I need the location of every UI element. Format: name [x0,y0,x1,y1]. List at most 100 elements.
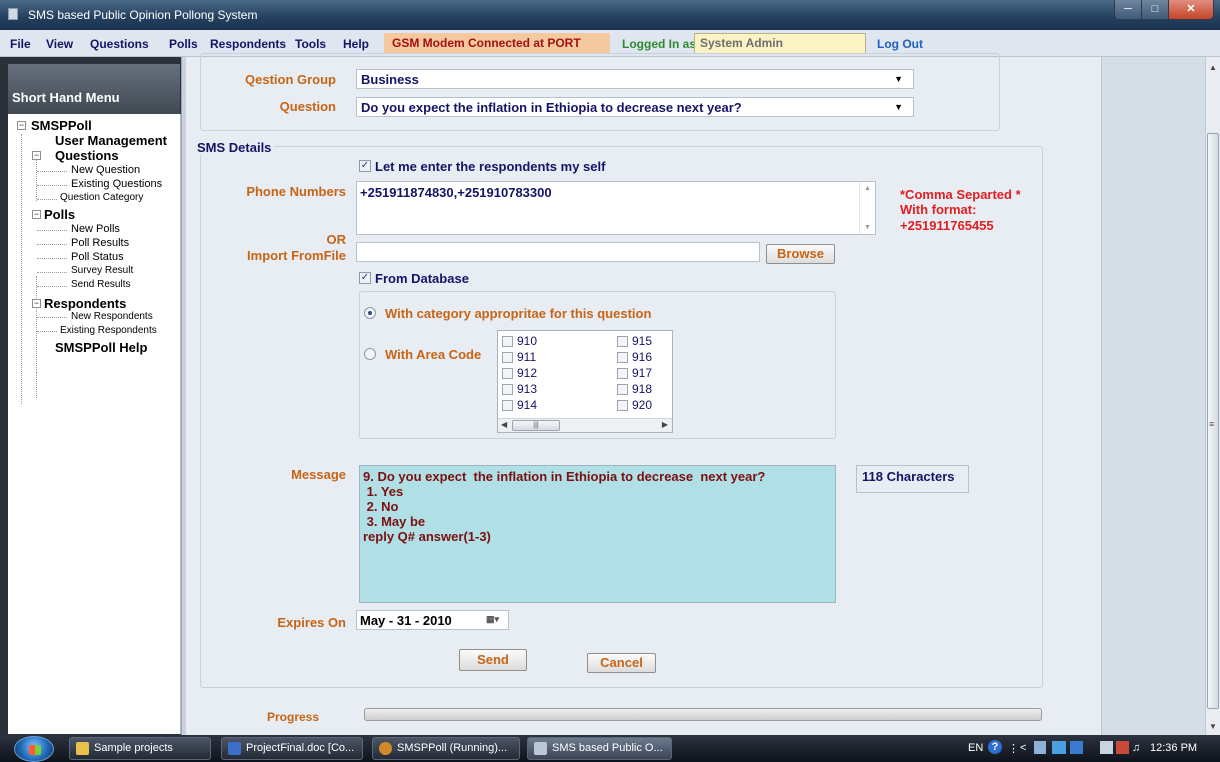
menu-view[interactable]: View [46,37,73,51]
tree-smsppoll-help[interactable]: SMSPPoll Help [55,340,147,355]
maximize-button[interactable]: □ [1142,0,1169,19]
message-field[interactable]: 9. Do you expect the inflation in Ethiop… [359,465,836,603]
tree-send-results[interactable]: Send Results [71,279,130,290]
area-code-item[interactable]: 914 [502,398,537,412]
tree-root-smsppoll[interactable]: SMSPPoll [31,118,92,133]
scroll-down-icon[interactable]: ▼ [1209,722,1217,731]
menu-tools[interactable]: Tools [295,37,326,51]
tray-app-icon[interactable] [1116,741,1129,754]
area-code-item[interactable]: 915 [617,334,652,348]
tray-chevron-icon[interactable]: < [1020,742,1026,754]
folder-icon [76,742,89,755]
taskbar-button-label: ProjectFinal.doc [Co... [246,742,355,754]
question-group-select[interactable]: Business ▼ [356,69,914,89]
main-vscrollbar[interactable]: ▲ ≡ ▼ [1205,57,1220,735]
clock[interactable]: 12:36 PM [1150,742,1197,754]
area-code-item[interactable]: 912 [502,366,537,380]
menu-respondents[interactable]: Respondents [210,37,286,51]
area-code-checkbox[interactable] [502,367,513,379]
area-code-checkbox[interactable] [617,383,628,395]
question-select[interactable]: Do you expect the inflation in Ethiopia … [356,97,914,117]
tray-app-icon[interactable] [1070,741,1083,754]
scroll-left-icon[interactable]: ◀ [501,420,507,429]
self-enter-checkbox[interactable]: ✓ [359,160,371,172]
area-code-checkbox[interactable] [617,399,628,411]
tree-existing-questions[interactable]: Existing Questions [71,178,162,190]
window-title: SMS based Public Opinion Pollong System [28,8,258,22]
area-code-checkbox[interactable] [617,351,628,363]
taskbar-button-sms-app[interactable]: SMS based Public O... [527,737,672,760]
sms-details-title: SMS Details [194,140,275,155]
language-indicator[interactable]: EN [968,742,983,754]
area-code-item[interactable]: 911 [502,350,536,364]
area-code-list[interactable]: 910 911 912 913 914 915 916 917 918 920 … [497,330,673,433]
from-database-checkbox[interactable]: ✓ [359,272,371,284]
collapse-questions-icon[interactable]: − [32,151,41,160]
menu-polls[interactable]: Polls [169,37,198,51]
area-code-checkbox[interactable] [502,399,513,411]
send-button[interactable]: Send [459,649,527,671]
tray-app-icon[interactable] [1100,741,1113,754]
scroll-down-icon: ▼ [864,224,871,231]
tray-options-icon[interactable]: ⋮ [1008,742,1019,755]
menu-questions[interactable]: Questions [90,37,149,51]
tree-survey-result[interactable]: Survey Result [71,265,133,276]
tree-new-polls[interactable]: New Polls [71,223,120,235]
area-code-item[interactable]: 910 [502,334,537,348]
category-radio[interactable] [364,307,376,319]
area-code-checkbox[interactable] [617,335,628,347]
tree-respondents[interactable]: Respondents [44,296,126,311]
area-code-checkbox[interactable] [502,383,513,395]
tree-poll-results[interactable]: Poll Results [71,237,129,249]
tree-line [37,171,67,172]
tree-polls[interactable]: Polls [44,207,75,222]
network-icon[interactable] [1034,741,1046,754]
scroll-up-icon[interactable]: ▲ [1209,63,1217,72]
tree-new-respondents[interactable]: New Respondents [71,311,153,322]
volume-icon[interactable]: ♫ [1132,742,1140,754]
area-list-hscrollbar[interactable]: ◀ ||| ▶ [498,418,672,432]
taskbar-button-smsppoll-running[interactable]: SMSPPoll (Running)... [372,737,520,760]
tree-existing-respondents[interactable]: Existing Respondents [60,325,157,336]
area-code-item[interactable]: 917 [617,366,652,380]
textarea-scrollbar[interactable]: ▲ ▼ [859,182,875,234]
scroll-thumb[interactable]: ||| [512,420,560,431]
area-code-item[interactable]: 913 [502,382,537,396]
area-code-checkbox[interactable] [617,367,628,379]
close-button[interactable]: ✕ [1169,0,1213,19]
tree-question-category[interactable]: Question Category [60,192,143,203]
menu-help[interactable]: Help [343,37,369,51]
logout-link[interactable]: Log Out [877,37,923,51]
help-icon[interactable]: ? [988,740,1002,754]
phone-numbers-field[interactable]: +251911874830,+251910783300 ▲ ▼ [356,181,876,235]
menu-file[interactable]: File [10,37,31,51]
area-code-radio[interactable] [364,348,376,360]
cancel-button[interactable]: Cancel [587,653,656,673]
area-code-item[interactable]: 918 [617,382,652,396]
taskbar-button-sample-projects[interactable]: Sample projects [69,737,211,760]
tray-app-icon[interactable] [1052,741,1066,754]
area-code-checkbox[interactable] [502,351,513,363]
collapse-respondents-icon[interactable]: − [32,299,41,308]
right-pane [1101,57,1205,735]
tree-new-question[interactable]: New Question [71,164,140,176]
taskbar-button-word[interactable]: ProjectFinal.doc [Co... [221,737,363,760]
scroll-right-icon[interactable]: ▶ [662,420,668,429]
expiry-date-picker[interactable]: May - 31 - 2010 ▦▾ [356,610,509,630]
start-button[interactable] [14,736,54,762]
tree-user-management[interactable]: User Management [55,133,167,148]
area-code-label: 915 [632,334,653,348]
import-file-field[interactable] [356,242,760,262]
browse-button[interactable]: Browse [766,244,835,264]
area-code-item[interactable]: 916 [617,350,652,364]
area-code-checkbox[interactable] [502,335,513,347]
area-code-item[interactable]: 920 [617,398,652,412]
calendar-dropdown-icon[interactable]: ▦▾ [486,614,502,626]
minimize-button[interactable]: ─ [1115,0,1142,19]
collapse-root-icon[interactable]: − [17,121,26,130]
collapse-polls-icon[interactable]: − [32,210,41,219]
question-label: Question [279,99,336,114]
tree-questions[interactable]: Questions [55,148,119,163]
tree-poll-status[interactable]: Poll Status [71,251,124,263]
progress-label: Progress [267,710,320,724]
